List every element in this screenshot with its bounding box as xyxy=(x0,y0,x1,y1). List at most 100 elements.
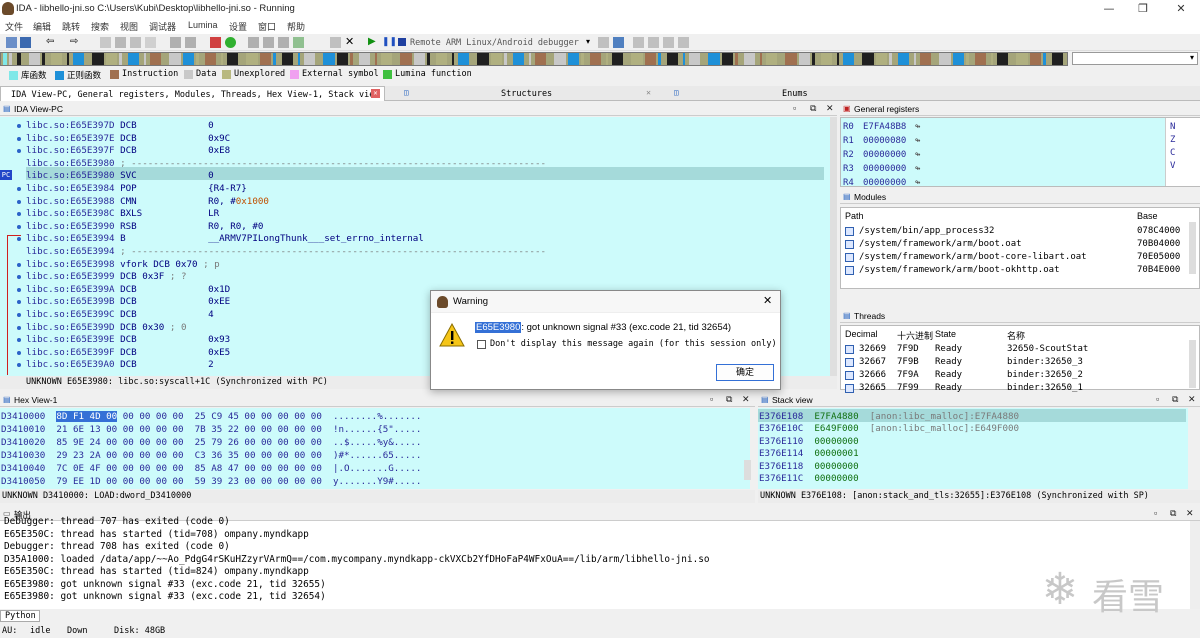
disasm-line[interactable]: libc.so:E65E399E DCB 0x93 xyxy=(26,334,230,347)
graph-icon[interactable] xyxy=(210,37,221,48)
disasm-line[interactable]: libc.so:E65E3994 B __ARMV7PILongThunk___s… xyxy=(26,233,424,246)
module-path[interactable]: /system/framework/arm/boot-core-libart.o… xyxy=(859,252,1087,265)
threads-scrollbar[interactable] xyxy=(1189,340,1196,388)
disasm-line[interactable]: libc.so:E65E3998 vfork DCB 0x70 ; p xyxy=(26,259,220,272)
threads-header-hex[interactable]: 十六进制 xyxy=(897,329,933,342)
flag-z[interactable]: Z xyxy=(1170,135,1175,148)
stack-row[interactable]: E376E114 00000001 xyxy=(759,447,870,460)
maximize-icon[interactable]: ❐ xyxy=(1134,2,1152,16)
register-row[interactable]: R3 00000000 ↬ xyxy=(843,164,920,177)
menu-view[interactable]: 视图 xyxy=(120,20,138,33)
thread-id[interactable]: 32667 xyxy=(859,357,886,370)
restore-icon[interactable]: ▫ xyxy=(1154,508,1157,518)
disasm-line[interactable]: libc.so:E65E399C DCB 4 xyxy=(26,309,214,322)
disasm-line[interactable]: libc.so:E65E399B DCB 0xEE xyxy=(26,296,230,309)
float-icon[interactable]: ⧉ xyxy=(1170,508,1176,519)
warning-address[interactable]: E65E3980 xyxy=(475,322,522,333)
stop-icon[interactable]: ✕ xyxy=(345,35,356,48)
minimize-icon[interactable]: — xyxy=(1100,2,1118,16)
down-icon[interactable] xyxy=(185,37,196,48)
threads-header-name[interactable]: 名称 xyxy=(1007,329,1025,342)
tool3-icon[interactable] xyxy=(278,37,289,48)
menu-jump[interactable]: 跳转 xyxy=(62,20,80,33)
modules-scrollbar[interactable] xyxy=(1189,222,1196,274)
tab-structures[interactable]: ◫ Structures ✕ xyxy=(400,86,655,101)
stack-row[interactable]: E376E11C 00000000 xyxy=(759,472,870,485)
tab-enums[interactable]: ◫ Enums xyxy=(670,86,930,101)
step-icon[interactable] xyxy=(170,37,181,48)
modules-header-path[interactable]: Path xyxy=(845,211,864,224)
close-icon[interactable]: ✕ xyxy=(826,103,834,114)
threads-header-decimal[interactable]: Decimal xyxy=(845,329,878,342)
debug-opt4-icon[interactable] xyxy=(648,37,659,48)
pause-icon[interactable]: ❚❚ xyxy=(382,36,397,47)
close-icon[interactable]: ✕ xyxy=(646,88,651,97)
disasm-line[interactable]: libc.so:E65E3984 POP {R4-R7} xyxy=(26,183,247,196)
hex-row[interactable]: D3410040 7C 0E 4F 00 00 00 00 00 85 A8 4… xyxy=(1,462,421,475)
menu-search[interactable]: 搜索 xyxy=(91,20,109,33)
hex-selected-bytes[interactable]: 8D F1 4D 00 xyxy=(56,411,118,422)
disasm-line[interactable]: libc.so:E65E3994 ; ---------------------… xyxy=(26,246,546,259)
disasm-line[interactable]: libc.so:E65E3980 ; ---------------------… xyxy=(26,158,546,171)
thread-id[interactable]: 32666 xyxy=(859,370,886,383)
plugin-icon[interactable] xyxy=(293,37,304,48)
navigation-combo[interactable]: ▾ xyxy=(1072,52,1198,65)
float-icon[interactable]: ⧉ xyxy=(726,394,732,405)
modules-header-base[interactable]: Base xyxy=(1137,211,1158,224)
menu-windows[interactable]: 窗口 xyxy=(258,20,276,33)
tab-main[interactable]: IDA View-PC, General registers, Modules,… xyxy=(0,86,385,101)
stack-view[interactable]: E376E108 E7FA4880 [anon:libc_malloc]:E7F… xyxy=(758,408,1188,489)
register-row[interactable]: R1 00000080 ↬ xyxy=(843,136,920,149)
debug-opt-icon[interactable] xyxy=(598,37,609,48)
stack-row[interactable]: E376E118 00000000 xyxy=(759,460,870,473)
disasm-line[interactable]: libc.so:E65E3990 RSB R0, R0, #0 xyxy=(26,221,263,234)
debug-opt2-icon[interactable] xyxy=(613,37,624,48)
menu-debugger[interactable]: 调试器 xyxy=(149,20,176,33)
ok-button[interactable]: 确定 xyxy=(716,364,774,381)
close-icon[interactable]: ✕ xyxy=(1188,394,1196,405)
forward-icon[interactable]: ⇨ xyxy=(70,36,81,47)
paste-icon[interactable] xyxy=(130,37,141,48)
chevron-down-icon[interactable]: ▾ xyxy=(586,37,597,48)
thread-id[interactable]: 32669 xyxy=(859,344,886,357)
bookmark-icon[interactable] xyxy=(100,37,111,48)
close-icon[interactable]: ✕ xyxy=(371,89,380,98)
disasm-line[interactable]: libc.so:E65E39A0 DCB 2 xyxy=(26,359,214,372)
hex-row[interactable]: D3410010 21 6E 13 00 00 00 00 00 7B 35 2… xyxy=(1,423,421,436)
menu-edit[interactable]: 编辑 xyxy=(33,20,51,33)
back-icon[interactable]: ⇦ xyxy=(46,36,57,47)
hex-row[interactable]: D3410050 79 EE 1D 00 00 00 00 00 59 39 2… xyxy=(1,475,421,488)
output-scrollbar[interactable] xyxy=(1190,521,1200,609)
debug-opt5-icon[interactable] xyxy=(663,37,674,48)
restore-icon[interactable]: ▫ xyxy=(710,394,713,404)
debug-opt3-icon[interactable] xyxy=(633,37,644,48)
save-icon[interactable] xyxy=(20,37,31,48)
stack-row[interactable]: E376E110 00000000 xyxy=(759,435,870,448)
dont-display-checkbox[interactable] xyxy=(477,340,486,349)
module-path[interactable]: /system/framework/arm/boot-okhttp.oat xyxy=(859,265,1059,278)
disasm-line[interactable]: libc.so:E65E399A DCB 0x1D xyxy=(26,284,230,297)
close-icon[interactable]: ✕ xyxy=(1186,508,1194,519)
menu-file[interactable]: 文件 xyxy=(5,20,23,33)
hex-row[interactable]: D3410020 85 9E 24 00 00 00 00 00 25 79 2… xyxy=(1,436,421,449)
menu-lumina[interactable]: Lumina xyxy=(188,20,218,30)
debugger-select[interactable]: Remote ARM Linux/Android debugger xyxy=(410,38,579,48)
run-icon[interactable]: ▶ xyxy=(368,36,379,47)
float-icon[interactable]: ⧉ xyxy=(810,103,816,114)
open-icon[interactable] xyxy=(6,37,17,48)
register-row[interactable]: R0 E7FA48B8 ↬ xyxy=(843,122,920,135)
threads-header-state[interactable]: State xyxy=(935,329,956,342)
disasm-line[interactable]: libc.so:E65E398C BXLS LR xyxy=(26,208,219,221)
ida-scrollbar[interactable] xyxy=(830,117,837,376)
restore-icon[interactable]: ▫ xyxy=(1156,394,1159,404)
ok-icon[interactable] xyxy=(225,37,236,48)
find-icon[interactable] xyxy=(145,37,156,48)
output-window[interactable]: Debugger: thread 707 has exited (code 0)… xyxy=(0,516,1190,609)
flag-n[interactable]: N xyxy=(1170,122,1175,135)
debug-opt6-icon[interactable] xyxy=(678,37,689,48)
close-icon[interactable]: ✕ xyxy=(742,394,750,405)
copy-icon[interactable] xyxy=(115,37,126,48)
menu-options[interactable]: 设置 xyxy=(229,20,247,33)
language-button[interactable]: Python xyxy=(0,610,40,622)
stack-row[interactable]: E376E10C E649F000 [anon:libc_malloc]:E64… xyxy=(759,422,1019,435)
